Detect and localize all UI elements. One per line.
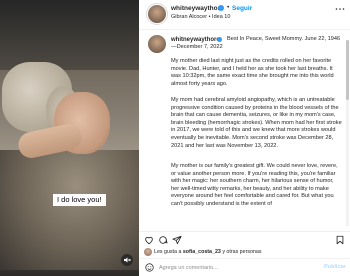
likes-summary[interactable]: Les gusta a sofia_costa_23 y otras perso… (154, 249, 261, 255)
post-caption-area: whitneywaythore Best In Peace, Sweet Mom… (139, 30, 350, 231)
bookmark-icon[interactable] (335, 235, 345, 245)
caption-scrollbar[interactable] (346, 40, 349, 226)
caption-paragraph: My mother died last night just as the cr… (171, 58, 334, 87)
video-background-wall (0, 0, 139, 70)
publish-button[interactable]: Publicar (324, 264, 346, 270)
speaker-muted-icon (124, 257, 131, 263)
likes-suffix: y otras personas (220, 249, 262, 255)
more-horizontal-icon[interactable] (335, 5, 345, 13)
caption-paragraph: My mom had cerebral amyloid angiopathy, … (171, 97, 342, 149)
comment-icon[interactable] (158, 235, 168, 245)
caption-avatar[interactable] (148, 35, 166, 53)
share-icon[interactable] (172, 235, 182, 245)
liker-avatar[interactable] (144, 248, 152, 256)
comment-input[interactable] (159, 262, 319, 273)
liker-username[interactable]: sofia_costa_23 (183, 249, 221, 255)
emoji-icon[interactable] (145, 263, 154, 272)
likes-prefix: Les gusta a (154, 249, 183, 255)
caption-paragraph: My mother is our family's greatest gift.… (171, 163, 338, 207)
video-caption: I do love you! (53, 194, 106, 206)
post-details-panel: whitneywaythore • Seguir Gibran Alcocer … (139, 0, 350, 276)
audio-credit[interactable]: Gibran Alcocer • Idea 10 (171, 14, 230, 20)
post-window: I do love you! whitneywaythore • Seguir … (0, 0, 350, 276)
post-header: whitneywaythore • Seguir Gibran Alcocer … (139, 0, 350, 30)
video-blanket (0, 150, 139, 270)
follow-button[interactable]: Seguir (232, 5, 252, 12)
mute-button[interactable] (121, 254, 133, 266)
heart-icon[interactable] (144, 235, 154, 245)
verified-badge-icon (218, 5, 224, 11)
author-username[interactable]: whitneywaythore (171, 5, 224, 12)
scrollbar-thumb[interactable] (346, 40, 349, 100)
caption-first-line: Best In Peace, Sweet Mommy. June 22, 194… (171, 36, 341, 50)
post-video[interactable]: I do love you! (0, 0, 139, 276)
comment-bar: Publicar (139, 258, 350, 276)
header-separator: • (227, 4, 230, 11)
avatar[interactable] (148, 5, 166, 23)
